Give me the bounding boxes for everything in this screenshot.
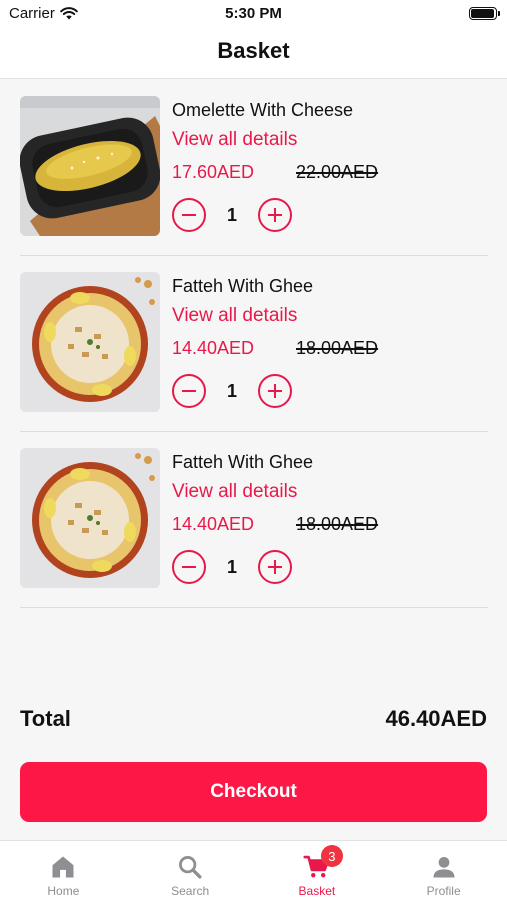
quantity-value: 1 — [226, 205, 237, 225]
tab-basket-label: Basket — [298, 884, 336, 898]
item-original-price: 18.00AED — [296, 514, 379, 534]
quantity-stepper: 1 — [172, 198, 294, 232]
quantity-stepper: 1 — [172, 550, 294, 584]
quantity-value: 1 — [226, 381, 237, 401]
basket-item: Fatteh With Ghee View all details 14.40A… — [20, 256, 488, 432]
battery-icon — [469, 7, 500, 20]
navigation-bar: Basket — [0, 30, 507, 79]
tab-search[interactable]: Search — [127, 841, 254, 900]
tab-profile-label: Profile — [426, 884, 461, 898]
item-original-price: 18.00AED — [296, 338, 379, 358]
status-bar: Carrier 5:30 PM — [0, 0, 507, 30]
item-original-price: 22.00AED — [296, 162, 379, 182]
omelette-photo[interactable] — [20, 96, 160, 236]
decrease-quantity-button[interactable] — [172, 198, 206, 232]
person-icon — [433, 856, 455, 878]
search-icon — [179, 856, 202, 879]
page-title: Basket — [217, 38, 290, 63]
home-icon — [52, 856, 74, 878]
view-details-link[interactable]: View all details — [172, 305, 297, 327]
basket-item: Omelette With Cheese View all details 17… — [20, 80, 488, 256]
decrease-quantity-button[interactable] — [172, 550, 206, 584]
status-time: 5:30 PM — [225, 5, 282, 22]
increase-quantity-button[interactable] — [258, 198, 292, 232]
item-price: 14.40AED — [172, 514, 255, 534]
tab-search-label: Search — [171, 884, 210, 898]
cart-count-badge: 3 — [320, 845, 343, 867]
fatteh-photo[interactable] — [20, 272, 160, 412]
checkout-button[interactable]: Checkout — [20, 762, 487, 822]
decrease-quantity-button[interactable] — [172, 374, 206, 408]
tab-home-label: Home — [47, 884, 80, 898]
item-price: 17.60AED — [172, 162, 255, 182]
view-details-link[interactable]: View all details — [172, 481, 297, 503]
quantity-value: 1 — [226, 557, 237, 577]
increase-quantity-button[interactable] — [258, 550, 292, 584]
view-details-link[interactable]: View all details — [172, 129, 297, 151]
tab-home[interactable]: Home — [0, 841, 127, 900]
quantity-stepper: 1 — [172, 374, 294, 408]
total-label: Total — [20, 706, 71, 731]
item-name: Fatteh With Ghee — [172, 276, 314, 296]
checkout-label: Checkout — [210, 781, 297, 802]
item-name: Fatteh With Ghee — [172, 452, 314, 472]
tab-profile[interactable]: Profile — [380, 841, 507, 900]
increase-quantity-button[interactable] — [258, 374, 292, 408]
fatteh-photo[interactable] — [20, 448, 160, 588]
total-value: 46.40AED — [385, 706, 487, 731]
basket-list: Omelette With Cheese View all details 17… — [20, 80, 488, 608]
basket-item: Fatteh With Ghee View all details 14.40A… — [20, 432, 488, 608]
tab-basket[interactable]: 3 Basket — [254, 841, 381, 900]
tab-bar: Home Search 3 Basket Profile — [0, 840, 507, 900]
item-name: Omelette With Cheese — [172, 100, 354, 120]
item-price: 14.40AED — [172, 338, 255, 358]
